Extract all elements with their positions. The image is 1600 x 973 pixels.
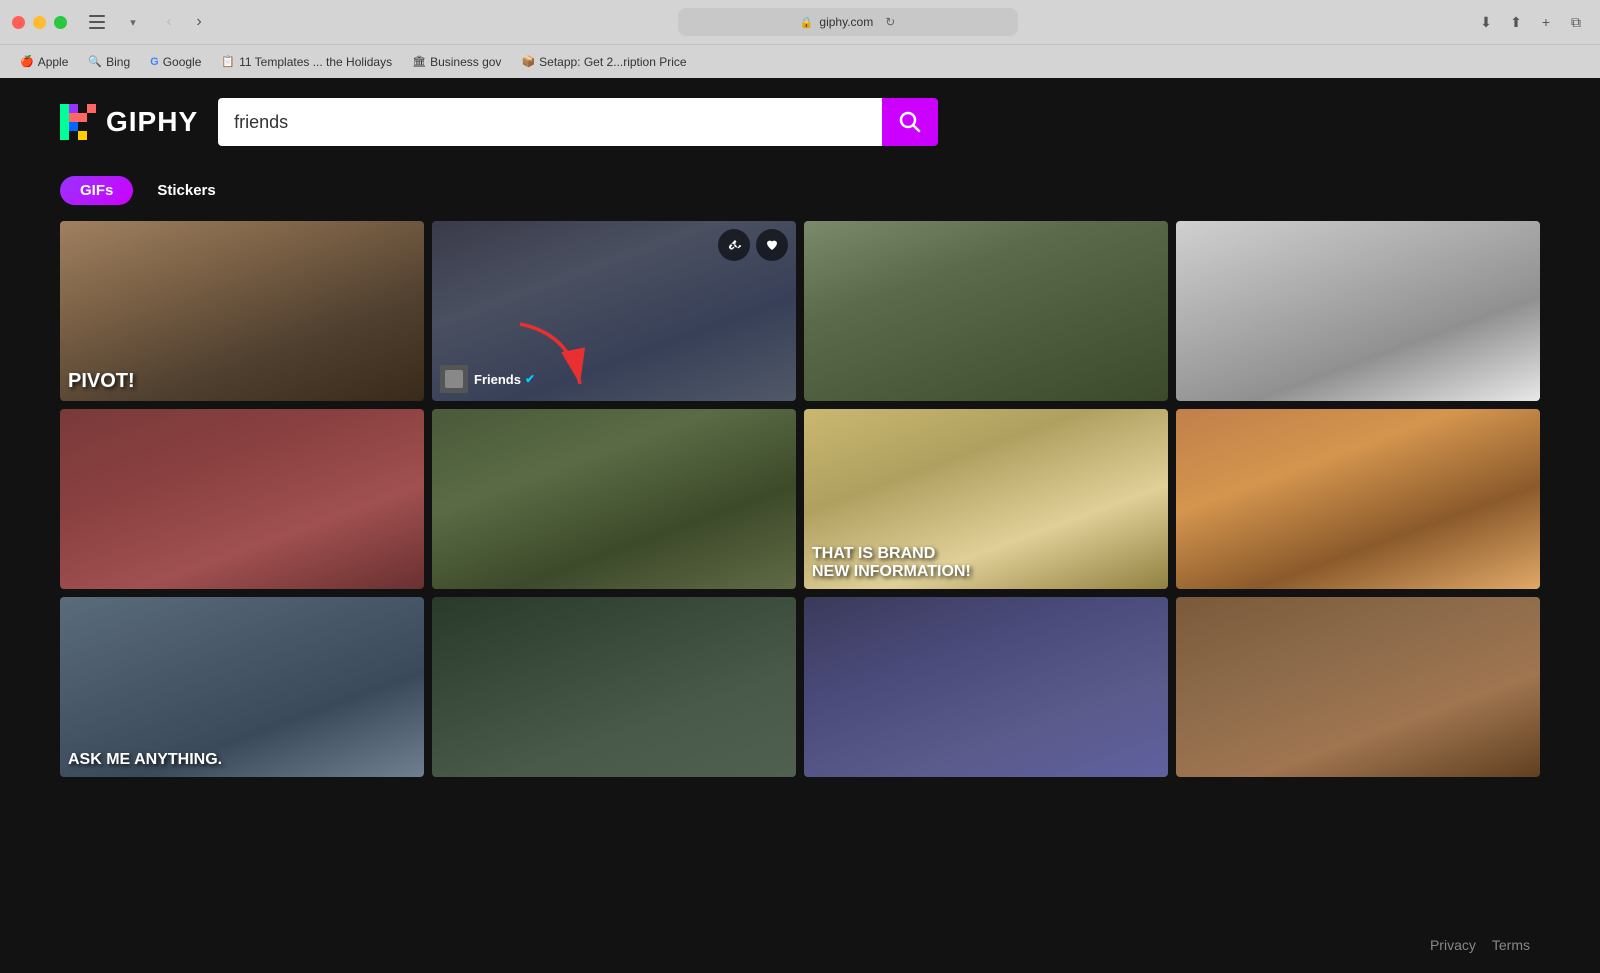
bookmark-google-label: Google — [163, 55, 202, 69]
giphy-logo-icon — [60, 104, 96, 140]
bookmarks-bar: 🍎 Apple 🔍 Bing G Google 📋 11 Templates .… — [0, 44, 1600, 78]
list-item[interactable]: ASK ME ANYTHING. — [60, 597, 424, 777]
tab-stickers[interactable]: Stickers — [137, 176, 235, 205]
giphy-main: GIFs Stickers — [0, 166, 1600, 777]
google-favicon: G — [150, 56, 159, 68]
search-icon — [899, 111, 921, 133]
bookmark-google[interactable]: G Google — [142, 52, 209, 72]
list-item[interactable] — [1176, 597, 1540, 777]
gif-overlay-icons — [718, 229, 788, 261]
copy-link-icon[interactable] — [718, 229, 750, 261]
bookmark-setapp[interactable]: 📦 Setapp: Get 2...ription Price — [513, 52, 694, 72]
bookmark-templates[interactable]: 📋 11 Templates ... the Holidays — [213, 52, 400, 72]
gif-caption: PIVOT! — [68, 370, 135, 393]
privacy-link[interactable]: Privacy — [1430, 937, 1476, 953]
bookmark-templates-label: 11 Templates ... the Holidays — [239, 55, 392, 69]
business-favicon: 🏛 — [412, 55, 426, 68]
list-item[interactable] — [804, 597, 1168, 777]
source-name: Friends ✔ — [474, 372, 535, 387]
refresh-icon[interactable]: ↻ — [885, 15, 895, 29]
download-icon[interactable]: ⬇ — [1474, 10, 1498, 34]
list-item[interactable] — [1176, 221, 1540, 401]
favorite-icon[interactable] — [756, 229, 788, 261]
title-bar-right: ⬇ ⬆ + ⧉ — [1474, 10, 1588, 34]
list-item[interactable] — [804, 221, 1168, 401]
terms-link[interactable]: Terms — [1492, 937, 1530, 953]
verified-badge: ✔ — [525, 372, 535, 386]
share-icon[interactable]: ⬆ — [1504, 10, 1528, 34]
giphy-logo[interactable]: GIPHY — [60, 104, 198, 140]
windows-icon[interactable]: ⧉ — [1564, 10, 1588, 34]
filter-tabs: GIFs Stickers — [0, 166, 1600, 221]
giphy-logo-text: GIPHY — [106, 106, 198, 138]
list-item[interactable]: THAT IS BRANDNEW INFORMATION! — [804, 409, 1168, 589]
source-avatar — [440, 365, 468, 393]
bookmark-bing[interactable]: 🔍 Bing — [80, 52, 138, 72]
apple-favicon: 🍎 — [20, 55, 34, 68]
sidebar-toggle-icon[interactable] — [83, 11, 111, 33]
giphy-page: GIPHY GIFs St — [0, 78, 1600, 973]
gif-caption: THAT IS BRANDNEW INFORMATION! — [812, 545, 971, 581]
setapp-favicon: 📦 — [521, 55, 535, 68]
forward-button[interactable]: › — [185, 10, 213, 34]
bookmark-business-label: Business gov — [430, 55, 501, 69]
list-item[interactable]: Friends ✔ — [432, 221, 796, 401]
new-tab-icon[interactable]: + — [1534, 10, 1558, 34]
nav-buttons: ‹ › — [155, 10, 213, 34]
window: ▾ ‹ › 🔒 giphy.com ↻ ⬇ ⬆ + ⧉ 🍎 Apple 🔍 Bi… — [0, 0, 1600, 973]
address-bar-container: 🔒 giphy.com ↻ — [229, 8, 1466, 36]
chevron-down-icon[interactable]: ▾ — [119, 11, 147, 33]
minimize-button[interactable] — [33, 16, 46, 29]
bookmark-apple[interactable]: 🍎 Apple — [12, 52, 76, 72]
search-input[interactable] — [218, 98, 882, 146]
bookmark-setapp-label: Setapp: Get 2...ription Price — [539, 55, 686, 69]
search-button[interactable] — [882, 98, 938, 146]
list-item[interactable]: PIVOT! — [60, 221, 424, 401]
templates-favicon: 📋 — [221, 55, 235, 68]
page-footer: Privacy Terms — [1430, 937, 1530, 953]
close-button[interactable] — [12, 16, 25, 29]
search-container — [218, 98, 938, 146]
list-item[interactable] — [432, 597, 796, 777]
bookmark-bing-label: Bing — [106, 55, 130, 69]
traffic-lights — [12, 16, 67, 29]
address-bar[interactable]: 🔒 giphy.com ↻ — [678, 8, 1018, 36]
list-item[interactable] — [432, 409, 796, 589]
gif-source: Friends ✔ — [440, 365, 535, 393]
url-text: giphy.com — [819, 15, 873, 29]
maximize-button[interactable] — [54, 16, 67, 29]
bookmark-apple-label: Apple — [38, 55, 69, 69]
lock-icon: 🔒 — [800, 16, 814, 29]
browser-content[interactable]: GIPHY GIFs St — [0, 78, 1600, 973]
giphy-header: GIPHY — [0, 78, 1600, 166]
list-item[interactable] — [60, 409, 424, 589]
gif-grid: PIVOT! — [0, 221, 1600, 777]
back-button[interactable]: ‹ — [155, 10, 183, 34]
bookmark-business[interactable]: 🏛 Business gov — [404, 52, 509, 72]
bing-favicon: 🔍 — [88, 55, 102, 68]
tab-gifs[interactable]: GIFs — [60, 176, 133, 205]
list-item[interactable] — [1176, 409, 1540, 589]
title-bar: ▾ ‹ › 🔒 giphy.com ↻ ⬇ ⬆ + ⧉ — [0, 0, 1600, 44]
gif-caption: ASK ME ANYTHING. — [68, 751, 222, 769]
